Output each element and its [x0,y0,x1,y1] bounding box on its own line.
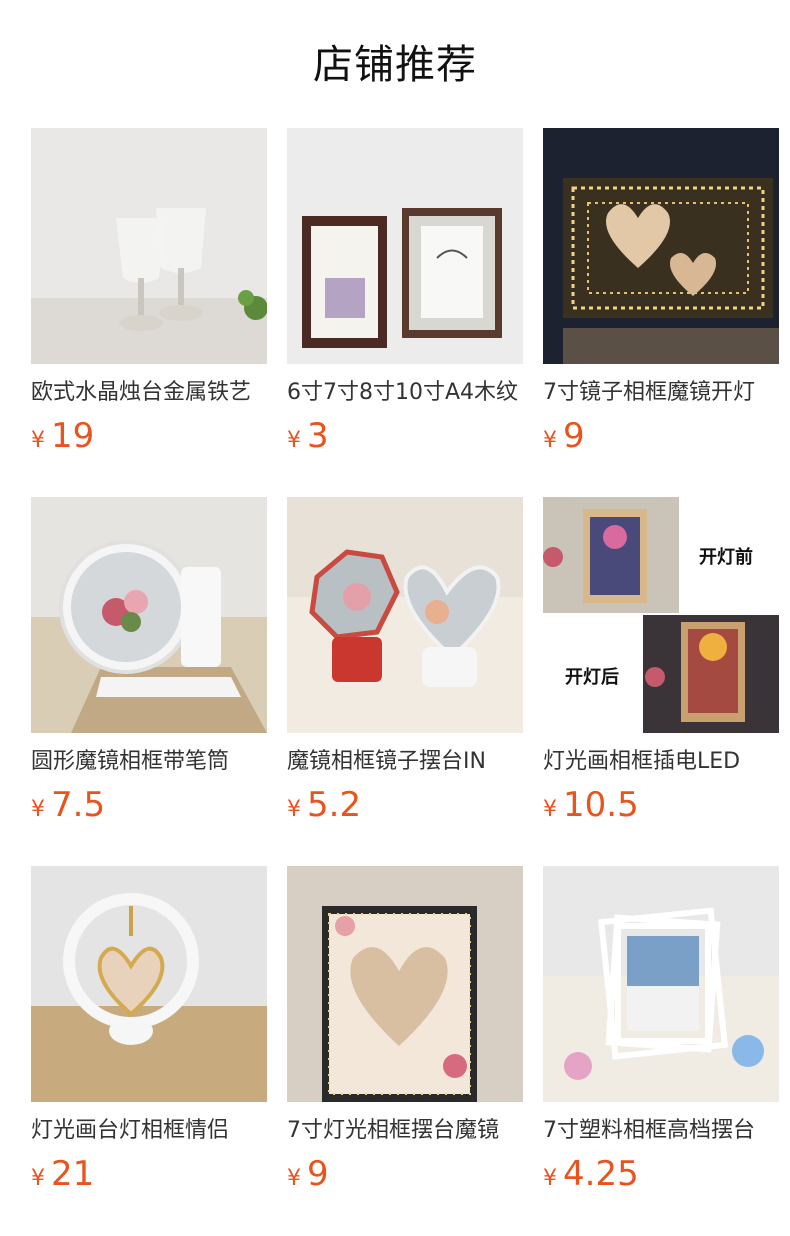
product-image[interactable] [287,128,523,364]
product-image[interactable] [31,128,267,364]
page-title: 店铺推荐 [313,42,477,88]
product-card[interactable]: 7寸塑料相框高档摆台 ¥4.25 [543,866,779,1206]
product-price: ¥5.2 [287,785,361,825]
product-image[interactable] [287,866,523,1102]
product-price: ¥3 [287,416,329,456]
product-name[interactable]: 灯光画相框插电LED [543,745,779,779]
price-value: 9 [307,1154,329,1194]
product-image[interactable]: 开灯前 开灯后 [543,497,779,733]
currency-symbol: ¥ [543,1166,557,1191]
currency-symbol: ¥ [287,428,301,453]
product-price: ¥9 [543,416,585,456]
price-value: 10.5 [563,785,639,825]
product-card[interactable]: 圆形魔镜相框带笔筒 ¥7.5 [31,497,267,837]
price-value: 7.5 [51,785,106,825]
price-value: 5.2 [307,785,362,825]
product-name[interactable]: 7寸塑料相框高档摆台 [543,1114,779,1148]
price-value: 19 [51,416,95,456]
product-image[interactable] [287,497,523,733]
product-image[interactable] [543,128,779,364]
product-name[interactable]: 魔镜相框镜子摆台IN [287,745,523,779]
price-value: 21 [51,1154,95,1194]
currency-symbol: ¥ [31,797,45,822]
product-image[interactable] [543,866,779,1102]
product-name[interactable]: 圆形魔镜相框带笔筒 [31,745,267,779]
after-light-label: 开灯后 [565,667,619,688]
currency-symbol: ¥ [543,797,557,822]
product-card[interactable]: 魔镜相框镜子摆台IN ¥5.2 [287,497,523,837]
before-light-label: 开灯前 [699,547,753,568]
product-card[interactable]: 7寸灯光相框摆台魔镜 ¥9 [287,866,523,1206]
currency-symbol: ¥ [287,1166,301,1191]
product-card[interactable]: 开灯前 开灯后 灯光画相框插电LED ¥10.5 [543,497,779,837]
product-card[interactable]: 灯光画台灯相框情侣 ¥21 [31,866,267,1206]
product-name[interactable]: 欧式水晶烛台金属铁艺 [31,376,267,410]
price-value: 3 [307,416,329,456]
currency-symbol: ¥ [31,1166,45,1191]
product-price: ¥9 [287,1154,329,1194]
price-value: 9 [563,416,585,456]
currency-symbol: ¥ [543,428,557,453]
product-price: ¥7.5 [31,785,105,825]
product-price: ¥19 [31,416,94,456]
product-name[interactable]: 7寸灯光相框摆台魔镜 [287,1114,523,1148]
product-name[interactable]: 7寸镜子相框魔镜开灯 [543,376,779,410]
product-name[interactable]: 6寸7寸8寸10寸A4木纹 [287,376,523,410]
product-image[interactable] [31,497,267,733]
price-value: 4.25 [563,1154,639,1194]
product-price: ¥10.5 [543,785,639,825]
product-name[interactable]: 灯光画台灯相框情侣 [31,1114,267,1148]
product-image[interactable] [31,866,267,1102]
product-card[interactable]: 6寸7寸8寸10寸A4木纹 ¥3 [287,128,523,468]
product-price: ¥4.25 [543,1154,639,1194]
product-card[interactable]: 欧式水晶烛台金属铁艺 ¥19 [31,128,267,468]
currency-symbol: ¥ [287,797,301,822]
product-price: ¥21 [31,1154,94,1194]
currency-symbol: ¥ [31,428,45,453]
product-card[interactable]: 7寸镜子相框魔镜开灯 ¥9 [543,128,779,468]
